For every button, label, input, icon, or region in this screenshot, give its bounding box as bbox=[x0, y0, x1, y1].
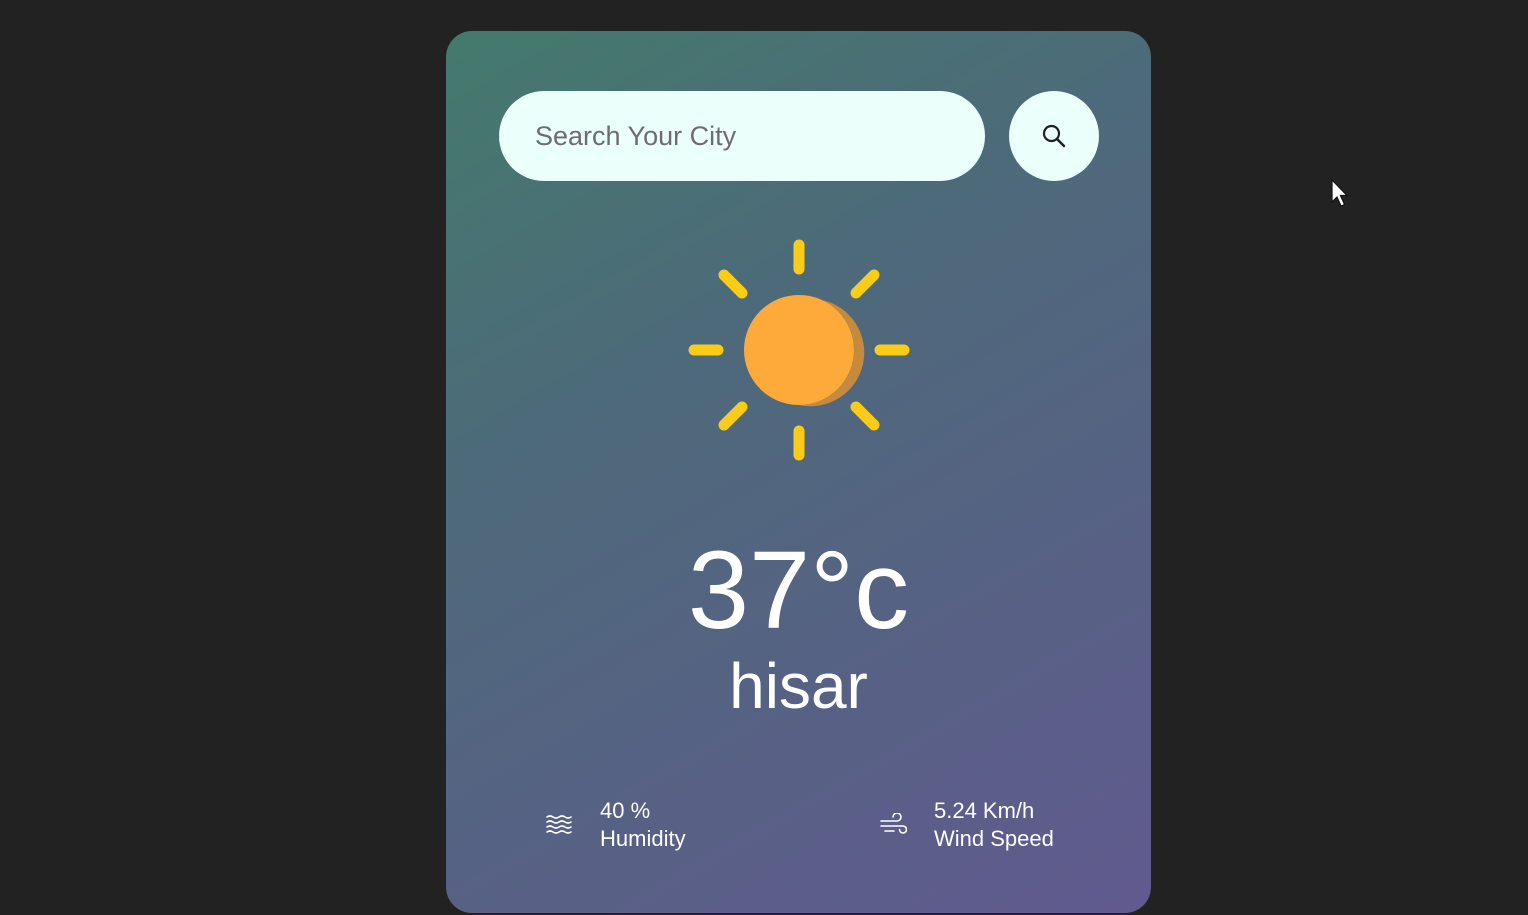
city-name: hisar bbox=[729, 650, 868, 722]
sun-icon bbox=[684, 235, 914, 465]
humidity-label: Humidity bbox=[600, 826, 686, 851]
wind-text: 5.24 Km/h Wind Speed bbox=[934, 797, 1054, 853]
search-button[interactable] bbox=[1009, 91, 1099, 181]
wind-value: 5.24 Km/h bbox=[934, 798, 1035, 823]
page: 37°c hisar 40 % Humidity bbox=[0, 0, 1528, 915]
wind-label: Wind Speed bbox=[934, 826, 1054, 851]
search-input[interactable] bbox=[499, 91, 985, 181]
humidity-icon bbox=[542, 808, 576, 842]
humidity-text: 40 % Humidity bbox=[600, 797, 686, 853]
wind-detail: 5.24 Km/h Wind Speed bbox=[876, 797, 1054, 853]
search-icon bbox=[1041, 123, 1067, 149]
humidity-detail: 40 % Humidity bbox=[542, 797, 686, 853]
temperature: 37°c bbox=[687, 529, 910, 652]
humidity-value: 40 % bbox=[600, 798, 651, 823]
weather-card: 37°c hisar 40 % Humidity bbox=[446, 31, 1151, 913]
wind-icon bbox=[876, 808, 910, 842]
mouse-cursor-icon bbox=[1330, 178, 1352, 208]
